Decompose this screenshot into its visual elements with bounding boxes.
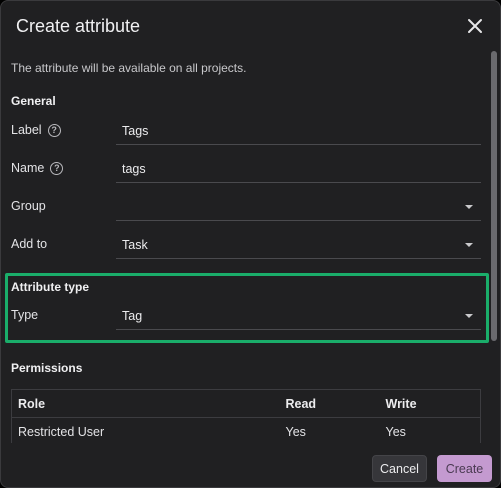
close-icon [468,19,482,33]
name-text: Name [11,161,45,175]
dialog-body[interactable]: The attribute will be available on all p… [1,49,491,443]
permissions-heading: Permissions [11,361,83,375]
create-button[interactable]: Create [437,455,492,482]
close-button[interactable] [464,15,486,37]
read-cell[interactable]: Yes [280,418,380,444]
dialog-description: The attribute will be available on all p… [11,61,247,75]
label-input[interactable]: Tags [116,118,481,145]
create-attribute-dialog: Create attribute The attribute will be a… [0,0,501,488]
dialog-title: Create attribute [16,16,141,36]
attribute-type-heading: Attribute type [11,280,89,294]
label-field-label: Label ? [11,123,61,137]
table-header-row: Role Read Write [11,389,481,418]
permissions-table: Role Read Write Restricted User Yes Yes [11,389,481,443]
role-cell: Restricted User [18,424,105,439]
label-input-value: Tags [122,124,149,138]
column-header-read: Read [279,389,380,418]
type-select[interactable]: Tag [116,303,481,330]
group-field-label: Group [11,199,46,213]
chevron-down-icon [465,314,473,318]
addto-field-label: Add to [11,237,48,251]
type-select-value: Tag [122,309,143,323]
type-field-label: Type [11,308,39,322]
chevron-down-icon [465,205,473,209]
general-heading: General [11,94,56,108]
addto-select[interactable]: Task [116,232,481,259]
help-icon[interactable]: ? [50,161,64,175]
chevron-down-icon [465,243,473,247]
help-icon[interactable]: ? [47,123,61,137]
column-header-write: Write [379,389,481,418]
table-row[interactable]: Restricted User Yes Yes [12,418,481,444]
name-input-value: tags [122,162,146,176]
name-input[interactable]: tags [116,156,481,183]
scrollbar[interactable] [491,51,497,341]
label-text: Label [11,123,42,137]
cancel-button[interactable]: Cancel [372,455,427,482]
name-field-label: Name ? [11,161,64,175]
group-select[interactable] [116,194,481,221]
write-cell[interactable]: Yes [380,418,481,444]
addto-select-value: Task [122,238,148,252]
column-header-role: Role [11,389,280,418]
